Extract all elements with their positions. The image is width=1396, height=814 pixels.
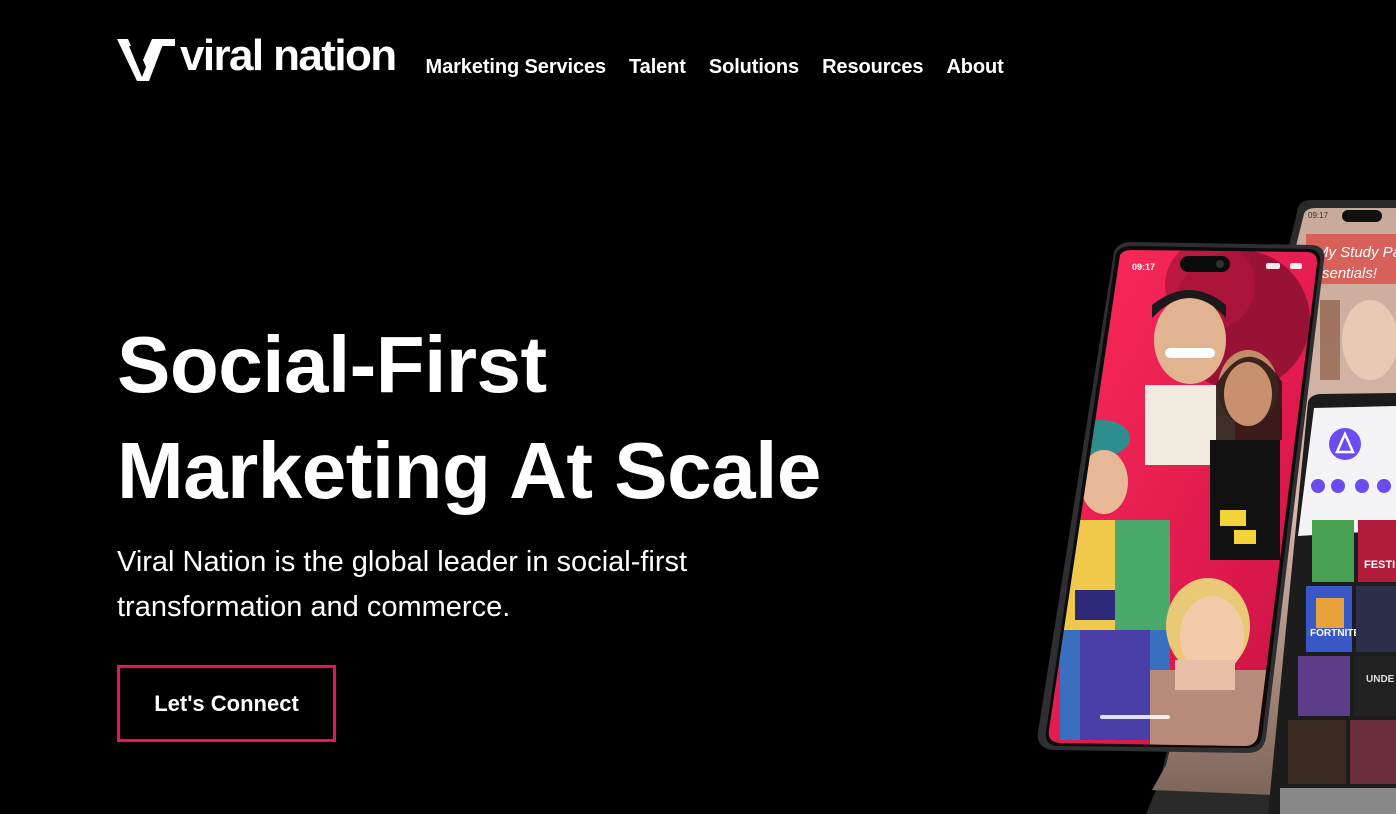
back-phone-time: 09:17 bbox=[1308, 211, 1329, 220]
lets-connect-button[interactable]: Let's Connect bbox=[117, 665, 336, 742]
nav-talent[interactable]: Talent bbox=[629, 56, 686, 79]
nav-resources[interactable]: Resources bbox=[822, 56, 923, 79]
fortnite-tile-label: FORTNITE bbox=[1310, 628, 1360, 639]
nav-about[interactable]: About bbox=[946, 56, 1003, 79]
phones-illustration: 09:17 My Study Pa sentials! FESTI FORTNI… bbox=[1020, 190, 1396, 814]
viral-nation-logo-icon bbox=[117, 39, 175, 81]
hero-subtitle-line-2: transformation and commerce. bbox=[117, 591, 511, 623]
back-screen-text-2: sentials! bbox=[1322, 265, 1378, 282]
hero-subtitle-line-1: Viral Nation is the global leader in soc… bbox=[117, 546, 688, 578]
festival-tile-label: FESTI bbox=[1364, 559, 1395, 571]
site-header: viral nation Marketing Services Talent S… bbox=[117, 30, 1027, 90]
nav-marketing-services[interactable]: Marketing Services bbox=[426, 56, 607, 79]
nav-solutions[interactable]: Solutions bbox=[709, 56, 799, 79]
back-screen-text-1: My Study Pa bbox=[1316, 244, 1396, 261]
main-nav: Marketing Services Talent Solutions Reso… bbox=[426, 56, 1027, 79]
hero-title-line-2: Marketing At Scale bbox=[117, 426, 821, 515]
front-phone-time: 09:17 bbox=[1132, 262, 1155, 272]
logo-text: viral nation bbox=[180, 31, 397, 80]
hero-title: Social-First Marketing At Scale bbox=[117, 312, 937, 524]
page: viral nation Marketing Services Talent S… bbox=[0, 0, 1396, 814]
hero-subtitle: Viral Nation is the global leader in soc… bbox=[117, 540, 817, 630]
phones-image: 09:17 My Study Pa sentials! FESTI FORTNI… bbox=[1037, 200, 1396, 814]
logo-link[interactable]: viral nation bbox=[117, 31, 397, 83]
hero-title-line-1: Social-First bbox=[117, 320, 547, 409]
under-tile-label: UNDE bbox=[1366, 674, 1395, 685]
